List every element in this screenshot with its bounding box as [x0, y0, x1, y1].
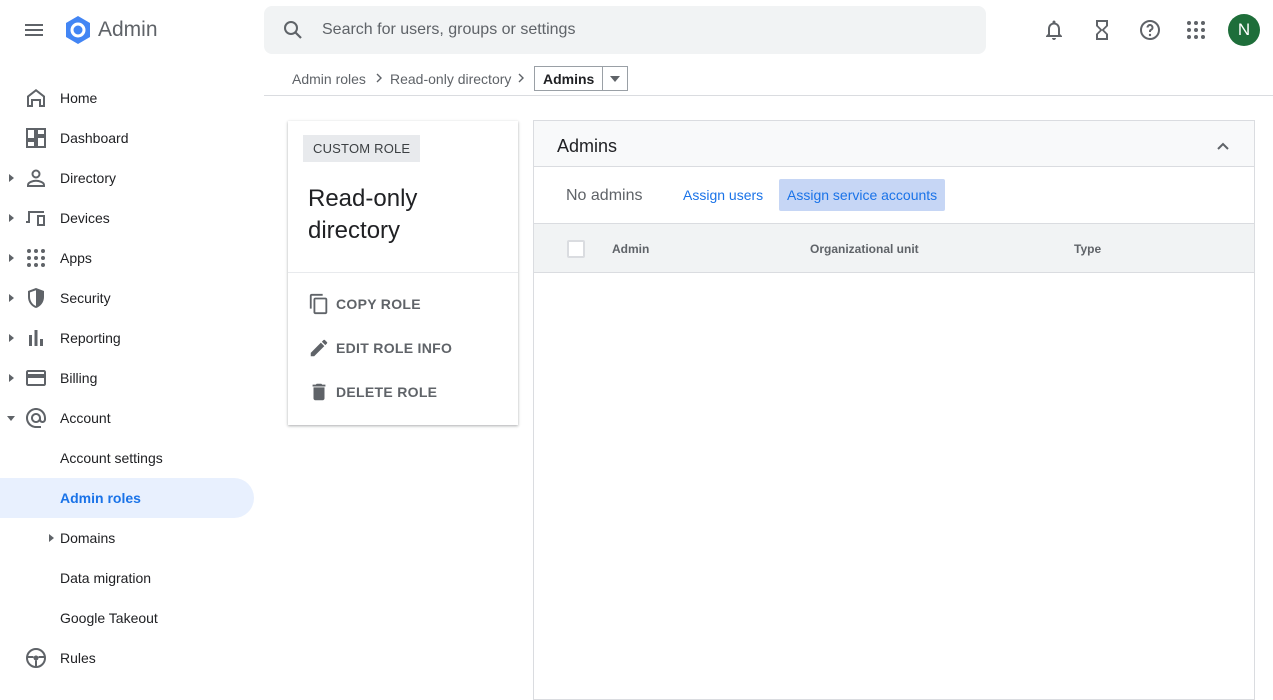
- expand-arrow-icon[interactable]: [6, 333, 16, 343]
- no-admins-text: No admins: [566, 187, 643, 204]
- role-title: Read-only directory: [308, 185, 418, 244]
- sidebar-item-label: Google Takeout: [60, 610, 158, 626]
- breadcrumb-current-selector[interactable]: Admins: [534, 66, 629, 91]
- sidebar-item-google-takeout[interactable]: Google Takeout: [0, 598, 256, 638]
- sidebar-item-label: Devices: [60, 210, 110, 226]
- role-card: CUSTOM ROLE Read-only directory COPY ROL…: [288, 121, 518, 425]
- sidebar-item-account[interactable]: Account: [0, 398, 256, 438]
- expand-arrow-icon[interactable]: [6, 253, 16, 263]
- bar-chart-icon: [29, 330, 43, 346]
- sidebar-item-label: Account: [60, 410, 111, 426]
- breadcrumb-dropdown[interactable]: [603, 67, 627, 90]
- sidebar-item-domains[interactable]: Domains: [0, 518, 256, 558]
- sidebar-item-apps[interactable]: Apps: [0, 238, 256, 278]
- column-header-admin[interactable]: Admin: [612, 242, 649, 256]
- search-icon[interactable]: [281, 18, 305, 42]
- edit-role-info-button[interactable]: EDIT ROLE INFO: [308, 336, 452, 360]
- sidebar-item-label: Dashboard: [60, 130, 129, 146]
- sidebar-item-admin-roles[interactable]: Admin roles: [0, 478, 254, 518]
- at-sign-icon: [26, 408, 46, 428]
- pencil-icon: [310, 339, 328, 357]
- select-all-checkbox[interactable]: [567, 240, 585, 258]
- sidebar-item-label: Billing: [60, 370, 98, 386]
- search-bar[interactable]: [264, 6, 986, 54]
- sidebar-item-home[interactable]: Home: [0, 78, 256, 118]
- sidebar-item-dashboard[interactable]: Dashboard: [0, 118, 256, 158]
- chevron-up-icon[interactable]: [1213, 136, 1233, 156]
- admins-panel: Admins No admins Assign users Assign ser…: [533, 120, 1255, 700]
- app-title: Admin: [98, 18, 158, 41]
- breadcrumb-read-only-directory[interactable]: Read-only directory: [390, 71, 511, 87]
- admins-panel-header[interactable]: Admins: [534, 121, 1254, 167]
- search-input[interactable]: [322, 21, 922, 39]
- trash-icon: [312, 383, 326, 401]
- sidebar-item-account-settings[interactable]: Account settings: [0, 438, 256, 478]
- collapse-arrow-icon[interactable]: [6, 413, 16, 423]
- admins-table-header: Admin Organizational unit Type: [534, 223, 1254, 273]
- devices-icon: [26, 211, 45, 226]
- copy-role-label: COPY ROLE: [336, 296, 421, 312]
- expand-arrow-icon[interactable]: [6, 293, 16, 303]
- admin-logo[interactable]: Admin: [62, 14, 158, 46]
- breadcrumb-current: Admins: [535, 67, 604, 90]
- sidebar-item-directory[interactable]: Directory: [0, 158, 256, 198]
- sidebar-item-label: Directory: [60, 170, 117, 186]
- chevron-right-icon: [376, 73, 382, 83]
- sidebar-item-reporting[interactable]: Reporting: [0, 318, 256, 358]
- divider: [288, 272, 518, 273]
- sidebar-nav: Home Dashboard Directory Devices Apps Se…: [0, 78, 256, 678]
- main-menu-icon[interactable]: [22, 18, 46, 42]
- sidebar-item-rules[interactable]: Rules: [0, 638, 256, 678]
- sidebar-item-label: Data migration: [60, 570, 152, 586]
- edit-role-info-label: EDIT ROLE INFO: [336, 340, 453, 356]
- expand-arrow-icon[interactable]: [6, 373, 16, 383]
- expand-arrow-icon[interactable]: [6, 213, 16, 223]
- delete-role-label: DELETE ROLE: [336, 384, 438, 400]
- column-header-type[interactable]: Type: [1074, 242, 1101, 256]
- sidebar-item-label: Domains: [60, 530, 116, 546]
- admins-panel-title: Admins: [557, 136, 618, 156]
- custom-role-chip: CUSTOM ROLE: [303, 135, 421, 162]
- dashboard-icon: [26, 128, 46, 148]
- copy-role-button[interactable]: COPY ROLE: [308, 292, 421, 316]
- breadcrumb-admin-roles[interactable]: Admin roles: [292, 71, 366, 87]
- sidebar-item-label: Admin roles: [60, 490, 141, 506]
- sidebar-item-security[interactable]: Security: [0, 278, 256, 318]
- expand-arrow-icon[interactable]: [6, 173, 16, 183]
- sidebar-item-label: Rules: [60, 650, 96, 666]
- notifications-bell-icon[interactable]: [1042, 18, 1066, 42]
- sidebar-item-label: Reporting: [60, 330, 121, 346]
- apps-icon: [27, 249, 45, 267]
- sidebar-item-label: Account settings: [60, 450, 163, 466]
- apps-grid-icon[interactable]: [1184, 18, 1208, 42]
- column-header-organizational-unit[interactable]: Organizational unit: [810, 242, 919, 256]
- help-icon[interactable]: [1138, 18, 1162, 42]
- tasks-hourglass-icon[interactable]: [1090, 18, 1114, 42]
- person-icon: [27, 169, 45, 187]
- sidebar-item-data-migration[interactable]: Data migration: [0, 558, 256, 598]
- breadcrumb: Admin roles Read-only directory Admins: [264, 60, 1273, 96]
- credit-card-icon: [26, 370, 46, 386]
- delete-role-button[interactable]: DELETE ROLE: [308, 380, 437, 404]
- admins-actions-row: No admins Assign users Assign service ac…: [534, 167, 1254, 223]
- sidebar-item-label: Home: [60, 90, 98, 106]
- expand-arrow-icon[interactable]: [46, 533, 56, 543]
- sidebar-item-label: Apps: [60, 250, 92, 266]
- copy-icon: [309, 293, 328, 315]
- admin-hexagon-icon: [66, 16, 90, 44]
- home-icon: [27, 89, 45, 107]
- top-bar: Admin N: [0, 0, 1273, 60]
- steering-wheel-icon: [26, 648, 46, 668]
- chevron-right-icon: [518, 73, 524, 83]
- caret-down-icon: [610, 75, 621, 82]
- user-avatar[interactable]: N: [1228, 14, 1260, 46]
- sidebar-item-billing[interactable]: Billing: [0, 358, 256, 398]
- assign-service-accounts-button[interactable]: Assign service accounts: [779, 179, 946, 211]
- assign-users-button[interactable]: Assign users: [675, 179, 771, 211]
- sidebar-item-devices[interactable]: Devices: [0, 198, 256, 238]
- sidebar-item-label: Security: [60, 290, 111, 306]
- shield-icon: [28, 288, 44, 308]
